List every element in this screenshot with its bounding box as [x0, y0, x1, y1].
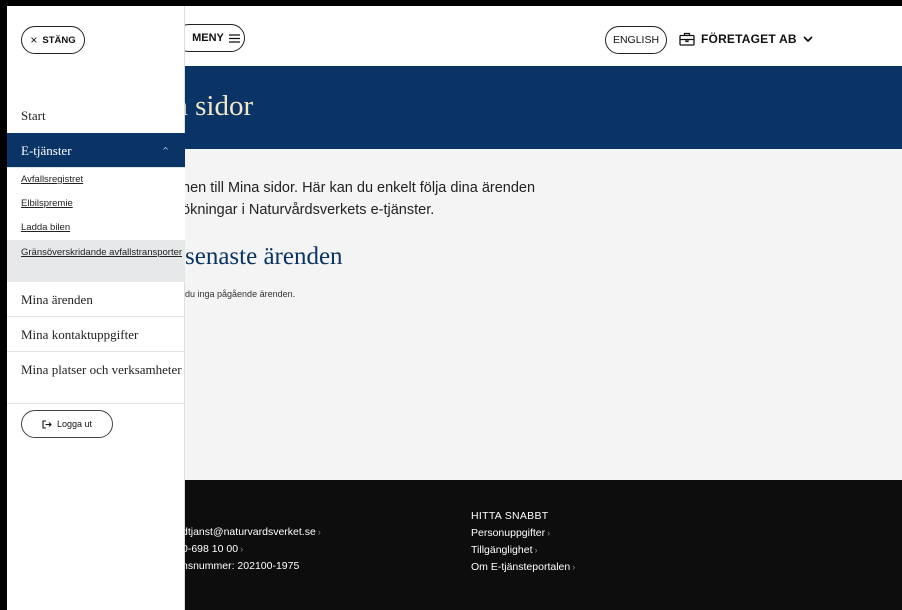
intro-text: nen till Mina sidor. Här kan du enkelt f…	[182, 177, 535, 221]
sub-item-elbilspremie[interactable]: Elbilspremie	[7, 192, 185, 216]
footer-link-tillganglighet[interactable]: Tillgänglighet ›	[471, 542, 575, 559]
footer-email-link[interactable]: dtjanst@naturvardsverket.se ›	[182, 524, 321, 541]
briefcase-icon	[679, 32, 695, 46]
footer-link-om[interactable]: Om E-tjänsteportalen ›	[471, 559, 575, 576]
nav-item-platser[interactable]: Mina platser och verksamheter	[7, 352, 185, 404]
browser-viewport: MENY ENGLISH FÖRETAGET AB a sidor nen ti…	[7, 6, 902, 610]
side-drawer: × STÄNG Start E-tjänster ^ Avfallsregist…	[7, 6, 185, 610]
logout-label: Logga ut	[56, 419, 93, 429]
footer-quick-heading: HITTA SNABBT	[471, 510, 549, 522]
sub-item-gransoverskridande[interactable]: Gränsöverskridande avfallstransporter	[7, 240, 185, 282]
empty-cases-text: du inga pågående ärenden.	[185, 289, 296, 299]
close-icon: ×	[30, 33, 38, 47]
nav-item-start[interactable]: Start	[7, 98, 185, 133]
etjanster-submenu: Avfallsregistret Elbilspremie Ladda bile…	[7, 168, 185, 282]
chevron-down-icon	[803, 35, 813, 42]
drawer-nav: Start E-tjänster ^ Avfallsregistret Elbi…	[7, 98, 185, 404]
nav-item-etjanster-label: E-tjänster	[21, 142, 72, 158]
language-button[interactable]: ENGLISH	[605, 26, 667, 54]
footer-phone-link[interactable]: 0-698 10 00 ›	[182, 541, 321, 558]
sub-item-ladda-bilen[interactable]: Ladda bilen	[7, 216, 185, 240]
close-label: STÄNG	[42, 34, 76, 46]
logout-icon	[42, 419, 52, 429]
company-selector[interactable]: FÖRETAGET AB	[679, 26, 813, 52]
menu-button[interactable]: MENY	[175, 24, 245, 52]
hamburger-icon	[228, 33, 240, 43]
footer-link-personuppgifter[interactable]: Personuppgifter ›	[471, 525, 575, 542]
nav-item-kontaktuppgifter[interactable]: Mina kontaktuppgifter	[7, 317, 185, 352]
close-button[interactable]: × STÄNG	[21, 26, 85, 54]
footer-quick-links: HITTA SNABBT Personuppgifter › Tillgängli…	[471, 508, 575, 576]
latest-cases-heading: senaste ärenden	[185, 243, 343, 270]
footer-org-number: nsnummer: 202100-1975	[182, 560, 300, 572]
chevron-right-icon: ›	[547, 528, 551, 538]
chevron-right-icon: ›	[317, 527, 321, 537]
company-name: FÖRETAGET AB	[701, 32, 797, 46]
page-title: a sidor	[175, 90, 254, 122]
nav-item-mina-arenden[interactable]: Mina ärenden	[7, 282, 185, 317]
nav-item-etjanster[interactable]: E-tjänster ^	[7, 133, 185, 168]
chevron-up-icon: ^	[162, 145, 169, 155]
intro-line-1: nen till Mina sidor. Här kan du enkelt f…	[182, 180, 536, 196]
menu-label: MENY	[192, 32, 224, 44]
chevron-right-icon: ›	[534, 545, 538, 555]
logout-button[interactable]: Logga ut	[21, 410, 113, 438]
sub-item-avfallsregistret[interactable]: Avfallsregistret	[7, 168, 185, 192]
footer-contact: dtjanst@naturvardsverket.se › 0-698 10 00…	[182, 524, 321, 575]
chevron-right-icon: ›	[240, 544, 244, 554]
chevron-right-icon: ›	[572, 562, 576, 572]
intro-line-2: ökningar i Naturvårdsverkets e-tjänster.	[182, 202, 435, 218]
